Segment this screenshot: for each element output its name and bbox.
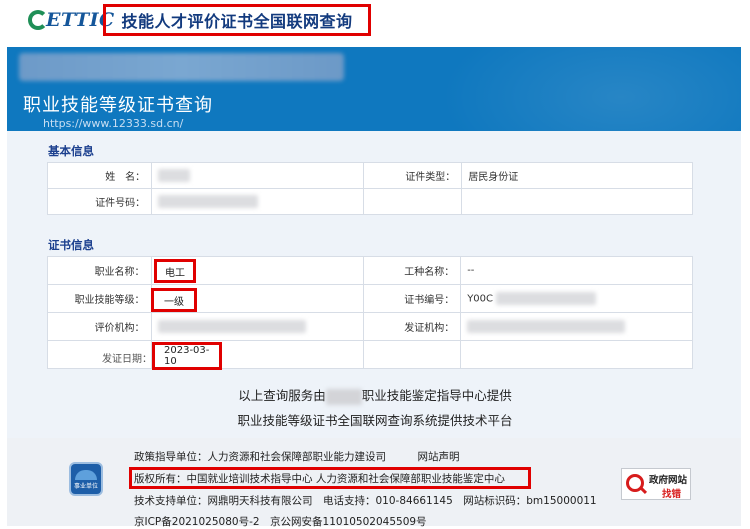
name-value xyxy=(151,162,365,189)
id-type-label: 证件类型： xyxy=(363,162,463,189)
gov-site-label: 政府网站 xyxy=(649,475,688,486)
eval-org-label: 评价机构： xyxy=(47,312,152,341)
redacted-issue-org xyxy=(467,320,626,333)
footer-icp[interactable]: 京ICP备2021025080号-2 京公网安备11010502045509号 xyxy=(134,514,427,529)
basic-info-table: 姓 名： 证件类型： 居民身份证 证件号码： xyxy=(46,162,693,215)
name-label: 姓 名： xyxy=(46,162,153,189)
job-type-value: -- xyxy=(460,256,693,285)
banner-url: https://www.12333.sd.cn/ xyxy=(43,117,184,130)
public-institution-badge-icon[interactable]: 事业单位 xyxy=(69,462,103,496)
level-highlight: 一级 xyxy=(151,288,197,312)
page-title: 职业技能等级证书查询 xyxy=(23,95,213,116)
main-panel: 职业技能等级证书查询 https://www.12333.sd.cn/ xyxy=(7,47,741,439)
level-label: 职业技能等级： xyxy=(47,284,152,313)
magnifier-icon xyxy=(626,474,644,492)
cert-no-label: 证书编号： xyxy=(362,284,462,313)
gov-site-error-button[interactable]: 政府网站 找错 xyxy=(621,468,691,500)
occupation-label: 职业名称： xyxy=(47,256,152,285)
logo-ring-icon xyxy=(28,10,48,30)
badge-label: 事业单位 xyxy=(73,483,98,490)
table-row: 职业名称： 工种名称： -- xyxy=(47,256,693,285)
id-no-value xyxy=(151,188,365,215)
footer-policy[interactable]: 政策指导单位：人力资源和社会保障部职业能力建设司 网站声明 xyxy=(134,449,460,464)
empty-cell xyxy=(363,188,463,215)
issue-date-value: 2023-03-10 xyxy=(164,345,210,367)
cert-no-value: Y00C xyxy=(460,284,693,313)
site-title-highlight: 技能人才评价证书全国联网查询 xyxy=(103,4,371,36)
redacted-id-number xyxy=(158,195,259,208)
id-no-label: 证件号码： xyxy=(46,188,153,215)
redacted-province xyxy=(325,388,362,405)
provider-text-b: 职业技能鉴定指导中心提供 xyxy=(361,388,512,403)
issue-date-label: 发证日期： xyxy=(102,354,152,365)
redacted-cert-number xyxy=(496,292,597,305)
footer-copyright: 版权所有：中国就业培训技术指导中心 人力资源和社会保障部职业技能鉴定中心 xyxy=(134,473,505,485)
issue-date-highlight: 2023-03-10 xyxy=(152,342,222,370)
cert-no-prefix: Y00C xyxy=(467,293,494,305)
table-row: 证件号码： xyxy=(46,188,693,215)
top-header: ETTIC 技能人才评价证书全国联网查询 xyxy=(0,0,750,44)
gov-report-label: 找错 xyxy=(662,489,682,500)
table-row: 评价机构： 发证机构： xyxy=(47,312,693,341)
occupation-value: 电工 xyxy=(165,267,185,279)
issue-org-label: 发证机构： xyxy=(362,312,462,341)
provider-line-1: 以上查询服务由 职业技能鉴定指导中心提供 xyxy=(0,385,750,405)
page-banner: 职业技能等级证书查询 https://www.12333.sd.cn/ xyxy=(7,47,741,131)
site-title: 技能人才评价证书全国联网查询 xyxy=(121,12,353,31)
redacted-banner-text xyxy=(19,53,344,81)
redacted-name xyxy=(158,169,191,182)
level-value: 一级 xyxy=(164,296,184,308)
ettic-logo[interactable]: ETTIC xyxy=(28,9,115,31)
provider-text-a: 以上查询服务由 xyxy=(238,388,326,403)
redacted-eval-org xyxy=(157,320,306,333)
provider-line-2: 职业技能等级证书全国联网查询系统提供技术平台 xyxy=(237,413,513,428)
basic-info-heading: 基本信息 xyxy=(48,144,94,158)
empty-cell xyxy=(460,340,693,369)
id-type-value: 居民身份证 xyxy=(461,162,693,189)
footer-support: 技术支持单位：网鼎明天科技有限公司 电话支持：010-84661145 网站标识… xyxy=(134,495,597,507)
table-row: 职业技能等级： 证书编号： Y00C xyxy=(47,284,693,313)
cert-info-heading: 证书信息 xyxy=(48,238,94,252)
issue-org-value xyxy=(460,312,693,341)
empty-cell xyxy=(461,188,693,215)
site-footer: 事业单位 政策指导单位：人力资源和社会保障部职业能力建设司 网站声明 版权所有：… xyxy=(7,438,741,529)
eval-org-value xyxy=(150,312,364,341)
occupation-highlight: 电工 xyxy=(154,259,196,283)
table-row: 姓 名： 证件类型： 居民身份证 xyxy=(46,162,693,189)
empty-cell xyxy=(362,340,462,369)
job-type-label: 工种名称： xyxy=(362,256,462,285)
